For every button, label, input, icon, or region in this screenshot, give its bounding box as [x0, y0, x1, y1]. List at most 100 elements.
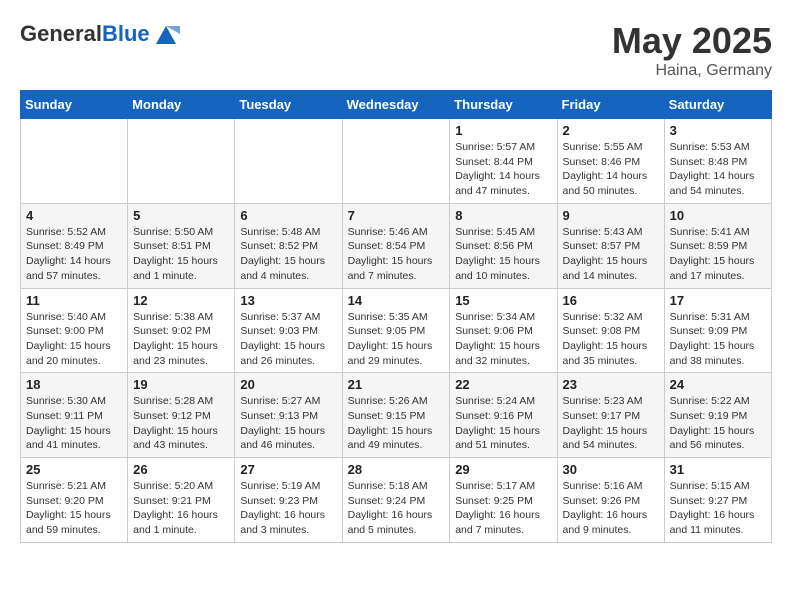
weekday-header: Monday [128, 91, 235, 119]
day-detail: Sunrise: 5:20 AM Sunset: 9:21 PM Dayligh… [133, 479, 229, 538]
calendar-cell: 18 Sunrise: 5:30 AM Sunset: 9:11 PM Dayli… [21, 373, 128, 458]
title-block: May 2025 Haina, Germany [612, 20, 772, 80]
day-detail: Sunrise: 5:30 AM Sunset: 9:11 PM Dayligh… [26, 394, 122, 453]
calendar-cell: 13 Sunrise: 5:37 AM Sunset: 9:03 PM Dayli… [235, 288, 342, 373]
day-detail: Sunrise: 5:50 AM Sunset: 8:51 PM Dayligh… [133, 225, 229, 284]
weekday-header-row: SundayMondayTuesdayWednesdayThursdayFrid… [21, 91, 772, 119]
day-detail: Sunrise: 5:21 AM Sunset: 9:20 PM Dayligh… [26, 479, 122, 538]
calendar-cell [342, 119, 450, 204]
day-number: 16 [563, 293, 659, 308]
calendar-week-row: 4 Sunrise: 5:52 AM Sunset: 8:49 PM Daylig… [21, 203, 772, 288]
calendar-cell: 11 Sunrise: 5:40 AM Sunset: 9:00 PM Dayli… [21, 288, 128, 373]
day-number: 24 [670, 377, 766, 392]
calendar-cell: 16 Sunrise: 5:32 AM Sunset: 9:08 PM Dayli… [557, 288, 664, 373]
calendar-cell: 29 Sunrise: 5:17 AM Sunset: 9:25 PM Dayli… [450, 458, 557, 543]
logo-blue: Blue [102, 21, 150, 46]
logo-icon [152, 20, 180, 48]
day-detail: Sunrise: 5:52 AM Sunset: 8:49 PM Dayligh… [26, 225, 122, 284]
calendar-cell: 7 Sunrise: 5:46 AM Sunset: 8:54 PM Daylig… [342, 203, 450, 288]
weekday-header: Thursday [450, 91, 557, 119]
day-detail: Sunrise: 5:32 AM Sunset: 9:08 PM Dayligh… [563, 310, 659, 369]
day-detail: Sunrise: 5:40 AM Sunset: 9:00 PM Dayligh… [26, 310, 122, 369]
day-number: 3 [670, 123, 766, 138]
day-number: 7 [348, 208, 445, 223]
calendar-cell: 4 Sunrise: 5:52 AM Sunset: 8:49 PM Daylig… [21, 203, 128, 288]
weekday-header: Friday [557, 91, 664, 119]
day-detail: Sunrise: 5:27 AM Sunset: 9:13 PM Dayligh… [240, 394, 336, 453]
day-detail: Sunrise: 5:26 AM Sunset: 9:15 PM Dayligh… [348, 394, 445, 453]
calendar-cell: 24 Sunrise: 5:22 AM Sunset: 9:19 PM Dayli… [664, 373, 771, 458]
day-detail: Sunrise: 5:31 AM Sunset: 9:09 PM Dayligh… [670, 310, 766, 369]
day-detail: Sunrise: 5:53 AM Sunset: 8:48 PM Dayligh… [670, 140, 766, 199]
day-detail: Sunrise: 5:17 AM Sunset: 9:25 PM Dayligh… [455, 479, 551, 538]
calendar-table: SundayMondayTuesdayWednesdayThursdayFrid… [20, 90, 772, 543]
day-detail: Sunrise: 5:22 AM Sunset: 9:19 PM Dayligh… [670, 394, 766, 453]
calendar-cell: 6Sunrise: 5:48 AM Sunset: 8:52 PM Daylig… [235, 203, 342, 288]
calendar-cell [235, 119, 342, 204]
day-number: 4 [26, 208, 122, 223]
calendar-cell: 19 Sunrise: 5:28 AM Sunset: 9:12 PM Dayli… [128, 373, 235, 458]
day-detail: Sunrise: 5:35 AM Sunset: 9:05 PM Dayligh… [348, 310, 445, 369]
day-detail: Sunrise: 5:48 AM Sunset: 8:52 PM Dayligh… [240, 225, 336, 284]
day-detail: Sunrise: 5:57 AM Sunset: 8:44 PM Dayligh… [455, 140, 551, 199]
day-number: 31 [670, 462, 766, 477]
day-detail: Sunrise: 5:19 AM Sunset: 9:23 PM Dayligh… [240, 479, 336, 538]
logo-general: General [20, 21, 102, 46]
calendar-cell [21, 119, 128, 204]
calendar-cell: 31 Sunrise: 5:15 AM Sunset: 9:27 PM Dayli… [664, 458, 771, 543]
day-detail: Sunrise: 5:15 AM Sunset: 9:27 PM Dayligh… [670, 479, 766, 538]
day-number: 21 [348, 377, 445, 392]
logo: GeneralBlue [20, 20, 180, 48]
day-detail: Sunrise: 5:34 AM Sunset: 9:06 PM Dayligh… [455, 310, 551, 369]
calendar-cell: 14 Sunrise: 5:35 AM Sunset: 9:05 PM Dayli… [342, 288, 450, 373]
calendar-cell: 2Sunrise: 5:55 AM Sunset: 8:46 PM Daylig… [557, 119, 664, 204]
calendar-cell: 17Sunrise: 5:31 AM Sunset: 9:09 PM Dayli… [664, 288, 771, 373]
calendar-cell: 8Sunrise: 5:45 AM Sunset: 8:56 PM Daylig… [450, 203, 557, 288]
day-detail: Sunrise: 5:23 AM Sunset: 9:17 PM Dayligh… [563, 394, 659, 453]
day-number: 25 [26, 462, 122, 477]
calendar-cell: 21 Sunrise: 5:26 AM Sunset: 9:15 PM Dayli… [342, 373, 450, 458]
day-number: 5 [133, 208, 229, 223]
day-detail: Sunrise: 5:45 AM Sunset: 8:56 PM Dayligh… [455, 225, 551, 284]
calendar-cell: 10 Sunrise: 5:41 AM Sunset: 8:59 PM Dayli… [664, 203, 771, 288]
calendar-cell: 23Sunrise: 5:23 AM Sunset: 9:17 PM Dayli… [557, 373, 664, 458]
day-detail: Sunrise: 5:46 AM Sunset: 8:54 PM Dayligh… [348, 225, 445, 284]
calendar-cell: 5 Sunrise: 5:50 AM Sunset: 8:51 PM Daylig… [128, 203, 235, 288]
day-number: 29 [455, 462, 551, 477]
day-number: 26 [133, 462, 229, 477]
weekday-header: Tuesday [235, 91, 342, 119]
day-detail: Sunrise: 5:18 AM Sunset: 9:24 PM Dayligh… [348, 479, 445, 538]
calendar-cell: 30 Sunrise: 5:16 AM Sunset: 9:26 PM Dayli… [557, 458, 664, 543]
day-detail: Sunrise: 5:16 AM Sunset: 9:26 PM Dayligh… [563, 479, 659, 538]
calendar-cell: 9Sunrise: 5:43 AM Sunset: 8:57 PM Daylig… [557, 203, 664, 288]
day-number: 9 [563, 208, 659, 223]
calendar-cell: 25 Sunrise: 5:21 AM Sunset: 9:20 PM Dayli… [21, 458, 128, 543]
day-detail: Sunrise: 5:41 AM Sunset: 8:59 PM Dayligh… [670, 225, 766, 284]
day-detail: Sunrise: 5:38 AM Sunset: 9:02 PM Dayligh… [133, 310, 229, 369]
day-number: 19 [133, 377, 229, 392]
day-detail: Sunrise: 5:28 AM Sunset: 9:12 PM Dayligh… [133, 394, 229, 453]
day-number: 22 [455, 377, 551, 392]
calendar-cell: 12Sunrise: 5:38 AM Sunset: 9:02 PM Dayli… [128, 288, 235, 373]
day-number: 1 [455, 123, 551, 138]
day-number: 20 [240, 377, 336, 392]
day-number: 18 [26, 377, 122, 392]
calendar-week-row: 18 Sunrise: 5:30 AM Sunset: 9:11 PM Dayli… [21, 373, 772, 458]
day-number: 13 [240, 293, 336, 308]
page-header: GeneralBlue May 2025 Haina, Germany [20, 20, 772, 80]
day-number: 30 [563, 462, 659, 477]
day-number: 10 [670, 208, 766, 223]
weekday-header: Wednesday [342, 91, 450, 119]
calendar-cell: 1 Sunrise: 5:57 AM Sunset: 8:44 PM Daylig… [450, 119, 557, 204]
day-detail: Sunrise: 5:24 AM Sunset: 9:16 PM Dayligh… [455, 394, 551, 453]
day-detail: Sunrise: 5:37 AM Sunset: 9:03 PM Dayligh… [240, 310, 336, 369]
day-number: 28 [348, 462, 445, 477]
calendar-cell [128, 119, 235, 204]
day-number: 14 [348, 293, 445, 308]
calendar-cell: 15Sunrise: 5:34 AM Sunset: 9:06 PM Dayli… [450, 288, 557, 373]
calendar-cell: 20 Sunrise: 5:27 AM Sunset: 9:13 PM Dayli… [235, 373, 342, 458]
location: Haina, Germany [612, 62, 772, 80]
calendar-week-row: 1 Sunrise: 5:57 AM Sunset: 8:44 PM Daylig… [21, 119, 772, 204]
month-title: May 2025 [612, 20, 772, 62]
day-number: 11 [26, 293, 122, 308]
